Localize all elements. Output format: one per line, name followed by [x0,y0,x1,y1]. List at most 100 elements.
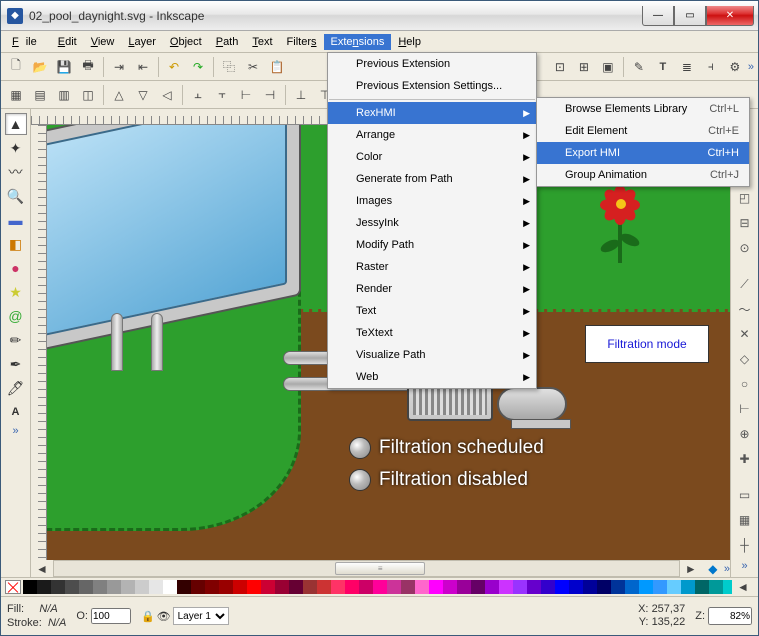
paste-button[interactable]: 📋 [266,56,288,78]
swatch[interactable] [247,580,261,594]
snap-9[interactable]: ⫟ [211,84,233,106]
swatch[interactable] [681,580,695,594]
swatch[interactable] [471,580,485,594]
swatch[interactable] [541,580,555,594]
scroll-right[interactable]: ► [680,558,702,578]
mi-color[interactable]: Color▶ [328,146,536,168]
bezier-tool[interactable]: ✒ [5,353,27,375]
3dbox-tool[interactable]: ◧ [5,233,27,255]
swatch[interactable] [261,580,275,594]
open-button[interactable]: 📂 [29,56,51,78]
zoom-input[interactable] [708,607,752,625]
mi-web[interactable]: Web▶ [328,366,536,388]
scroll-thumb[interactable]: ≡ [335,562,425,575]
swatch[interactable] [163,580,177,594]
swatch[interactable] [429,580,443,594]
export-button[interactable]: ⇤ [132,56,154,78]
node-tool[interactable]: ✦ [5,137,27,159]
snap-guide[interactable]: ┼ [735,535,755,555]
swatch[interactable] [191,580,205,594]
swatch[interactable] [23,580,37,594]
swatch[interactable] [709,580,723,594]
menu-path[interactable]: Path [209,34,246,50]
swatch[interactable] [695,580,709,594]
save-button[interactable]: 💾 [53,56,75,78]
menu-help[interactable]: Help [391,34,428,50]
spiral-tool[interactable]: @ [5,305,27,327]
swatch[interactable] [555,580,569,594]
swatch[interactable] [107,580,121,594]
mi-rexhmi[interactable]: RexHMI▶ [328,102,536,124]
duplicate-button[interactable]: ✎ [628,56,650,78]
snap-node[interactable]: ⟋ [735,274,755,294]
snap-5[interactable]: △ [108,84,130,106]
menu-filters[interactable]: Filters [280,34,324,50]
snap-2[interactable]: ▤ [29,84,51,106]
swatch[interactable] [331,580,345,594]
swatch[interactable] [387,580,401,594]
snap-8[interactable]: ⫠ [187,84,209,106]
titlebar[interactable]: ◆ 02_pool_daynight.svg - Inkscape — ▭ ✕ [1,1,758,31]
swatch[interactable] [639,580,653,594]
minimize-button[interactable]: — [642,6,674,26]
mi-textext[interactable]: TeXtext▶ [328,322,536,344]
snap-3[interactable]: ▥ [53,84,75,106]
star-tool[interactable]: ★ [5,281,27,303]
swatch[interactable] [177,580,191,594]
layer-select[interactable]: Layer 1 [173,607,229,625]
swatch[interactable] [485,580,499,594]
swatch[interactable] [611,580,625,594]
menu-view[interactable]: View [84,34,122,50]
print-button[interactable]: 🖶 [77,56,99,78]
mi-prev-ext-settings[interactable]: Previous Extension Settings... [328,75,536,97]
no-color-swatch[interactable] [5,580,21,594]
zoom-draw-button[interactable]: ⊞ [573,56,595,78]
swatch[interactable] [653,580,667,594]
swatch[interactable] [443,580,457,594]
mi-images[interactable]: Images▶ [328,190,536,212]
align-button[interactable]: ⫞ [700,56,722,78]
palette-menu[interactable]: ◄ [732,576,754,598]
swatch[interactable] [317,580,331,594]
menu-object[interactable]: Object [163,34,209,50]
mi-raster[interactable]: Raster▶ [328,256,536,278]
rect-tool[interactable]: ▬ [5,209,27,231]
swatch[interactable] [625,580,639,594]
mi-edit-element[interactable]: Edit ElementCtrl+E [537,120,749,142]
prefs-button[interactable]: ⚙ [724,56,746,78]
menu-file[interactable]: File [5,34,51,50]
snap-12[interactable]: ⊥ [290,84,312,106]
snap-4[interactable]: ◫ [77,84,99,106]
mi-jessyink[interactable]: JessyInk▶ [328,212,536,234]
snap-center[interactable]: ⊙ [735,238,755,258]
mi-export-hmi[interactable]: Export HMICtrl+H [537,142,749,164]
import-button[interactable]: ⇥ [108,56,130,78]
swatch[interactable] [359,580,373,594]
swatch[interactable] [93,580,107,594]
snap-obj-center[interactable]: ⊕ [735,424,755,444]
menu-extensions[interactable]: Extensions [324,34,392,50]
mi-prev-ext[interactable]: Previous Extension [328,53,536,75]
swatch[interactable] [121,580,135,594]
mi-visualize[interactable]: Visualize Path▶ [328,344,536,366]
toolbox-overflow[interactable]: » [12,425,18,437]
scroll-overflow[interactable]: » [724,563,730,575]
snap-11[interactable]: ⊣ [259,84,281,106]
layer-control[interactable]: 🔒 👁 Layer 1 [141,607,229,625]
menu-text[interactable]: Text [245,34,279,50]
visibility-icon[interactable]: 👁 [157,610,171,623]
swatch[interactable] [65,580,79,594]
swatch[interactable] [499,580,513,594]
swatch[interactable] [723,580,732,594]
scrollbar-horizontal[interactable]: ◄ ≡ ► ◆ » [31,560,730,577]
swatch[interactable] [289,580,303,594]
swatch[interactable] [37,580,51,594]
menu-edit[interactable]: Edit [51,34,84,50]
xml-button[interactable]: ≣ [676,56,698,78]
opacity-input[interactable] [91,608,131,624]
snap-10[interactable]: ⊢ [235,84,257,106]
text-tool-button[interactable]: T [652,56,674,78]
swatch[interactable] [569,580,583,594]
swatch[interactable] [457,580,471,594]
swatch[interactable] [233,580,247,594]
